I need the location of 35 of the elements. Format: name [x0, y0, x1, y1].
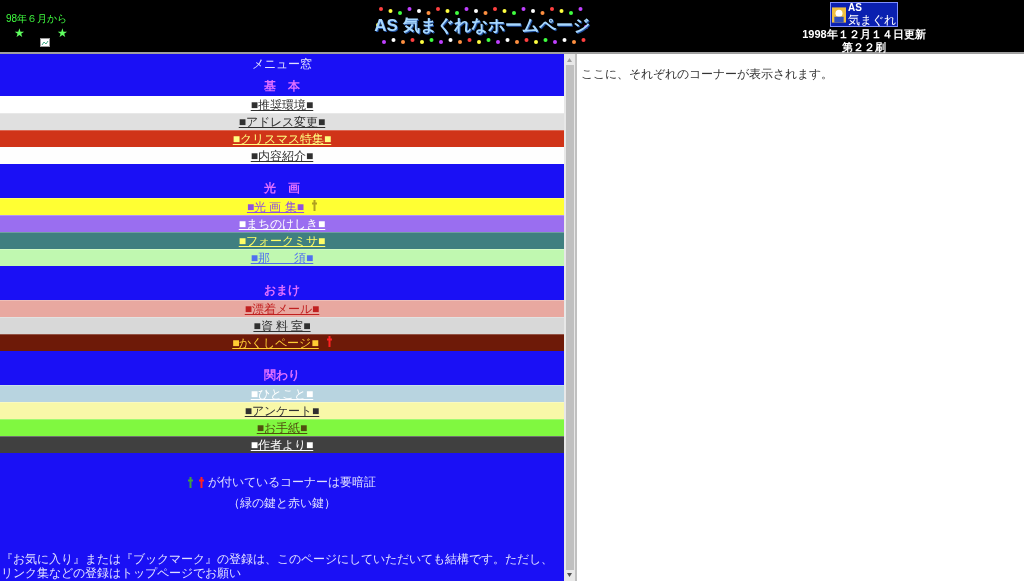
- menu-link[interactable]: ■アドレス変更■: [238, 114, 326, 130]
- note-text: が付いているコーナーは要暗証: [208, 474, 376, 491]
- logo: AS 気まぐれなホームページ: [362, 4, 602, 48]
- since-text: 98年６月から: [6, 14, 69, 24]
- figure-icon: [832, 5, 846, 24]
- menu-link[interactable]: ■アンケート■: [244, 403, 320, 419]
- scroll-thumb[interactable]: [565, 65, 574, 570]
- menu-link[interactable]: ■光 画 集■: [246, 199, 305, 215]
- menu-link[interactable]: ■作者より■: [250, 437, 314, 453]
- badge-banner[interactable]: AS 気まぐれ: [830, 2, 898, 27]
- menu-link[interactable]: ■お手紙■: [256, 420, 308, 436]
- broken-image-icon: [40, 38, 50, 47]
- section-heading: 基 本: [263, 78, 301, 94]
- scrollbar[interactable]: [564, 54, 575, 581]
- footer-text: 『お気に入り』または『ブックマーク』の登録は、このページにしていただいても結構です。ただし、リンク集などの登録はトップページでお願い: [0, 552, 554, 581]
- scroll-up-icon[interactable]: [566, 57, 573, 63]
- menu-link[interactable]: ■クリスマス特集■: [232, 131, 332, 147]
- menu-title: メニュー窓: [251, 56, 313, 73]
- star-icon: ★: [57, 27, 68, 39]
- menu-link[interactable]: ■まちのけしき■: [238, 216, 326, 232]
- menu-link[interactable]: ■かくしページ■: [232, 335, 319, 351]
- section-heading: おまけ: [263, 282, 301, 298]
- star-icon: ★: [14, 27, 25, 39]
- menu-link[interactable]: ■資 料 室■: [253, 318, 311, 334]
- menu-link[interactable]: ■フォークミサ■: [238, 233, 326, 249]
- update-date: 1998年１２月１４日更新: [802, 28, 926, 41]
- scroll-down-icon[interactable]: [566, 572, 573, 578]
- placeholder-text: ここに、それぞれのコーナーが表示されます。: [581, 67, 833, 81]
- menu-link[interactable]: ■推奨環境■: [250, 97, 314, 113]
- note-text: （緑の鍵と赤い鍵）: [228, 495, 336, 512]
- menu-link[interactable]: ■那 須■: [250, 250, 314, 266]
- menu-link[interactable]: ■内容紹介■: [250, 148, 314, 164]
- edition-text: 第２２刷: [842, 41, 886, 54]
- section-heading: 関わり: [263, 367, 301, 383]
- section-heading: 光 画: [263, 180, 301, 196]
